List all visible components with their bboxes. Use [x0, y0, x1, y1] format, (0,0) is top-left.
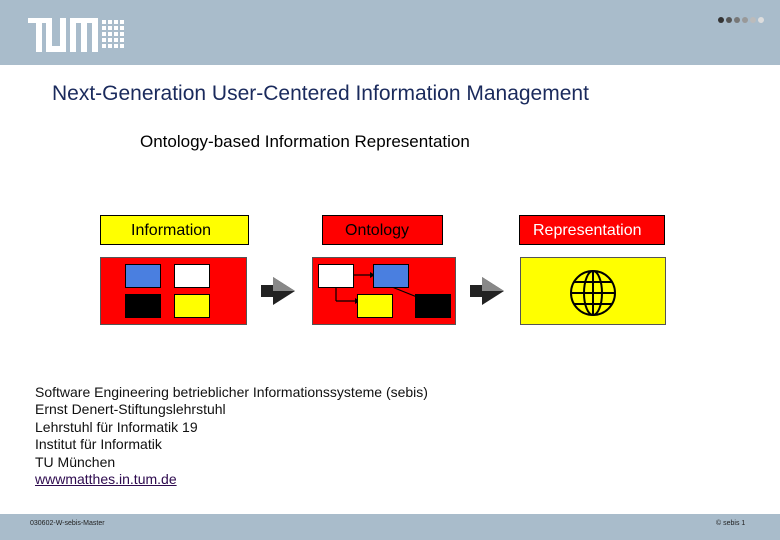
arrow-right-icon	[470, 277, 504, 305]
bottom-bar	[0, 514, 780, 540]
document-id: 030602-W-sebis-Master	[30, 520, 105, 527]
arrow-cell-2	[456, 257, 520, 325]
footer-line: Lehrstuhl für Informatik 19	[35, 418, 198, 435]
white-block	[174, 264, 210, 288]
blue-block	[373, 264, 409, 288]
page-number: © sebis 1	[716, 520, 746, 527]
yellow-block	[174, 294, 210, 318]
ontology-panel	[312, 257, 456, 325]
representation-panel	[520, 257, 666, 325]
globe-icon	[570, 270, 616, 316]
footer-line: Institut für Informatik	[35, 436, 162, 453]
white-block	[318, 264, 354, 288]
footer-line: Software Engineering betrieblicher Infor…	[35, 384, 428, 400]
ontology-label: Ontology	[322, 215, 443, 245]
website-link[interactable]: wwwmatthes.in.tum.de	[35, 471, 177, 487]
black-block	[415, 294, 451, 318]
arrow-cell-1	[247, 257, 312, 325]
information-label: Information	[100, 215, 249, 245]
slide-subtitle: Ontology-based Information Representatio…	[140, 132, 470, 151]
representation-label: Representation	[519, 215, 665, 245]
black-block	[125, 294, 161, 318]
tum-logo	[28, 18, 124, 52]
slide-title: Next-Generation User-Centered Informatio…	[52, 82, 589, 105]
footer-line: TU München	[35, 453, 116, 470]
yellow-block	[357, 294, 393, 318]
sebis-logo	[655, 14, 765, 56]
footer-info: Software Engineering betrieblicher Infor…	[35, 384, 428, 488]
arrow-right-icon	[261, 277, 295, 305]
information-panel	[100, 257, 247, 325]
blue-block	[125, 264, 161, 288]
footer-line: Ernst Denert-Stiftungslehrstuhl	[35, 401, 226, 418]
